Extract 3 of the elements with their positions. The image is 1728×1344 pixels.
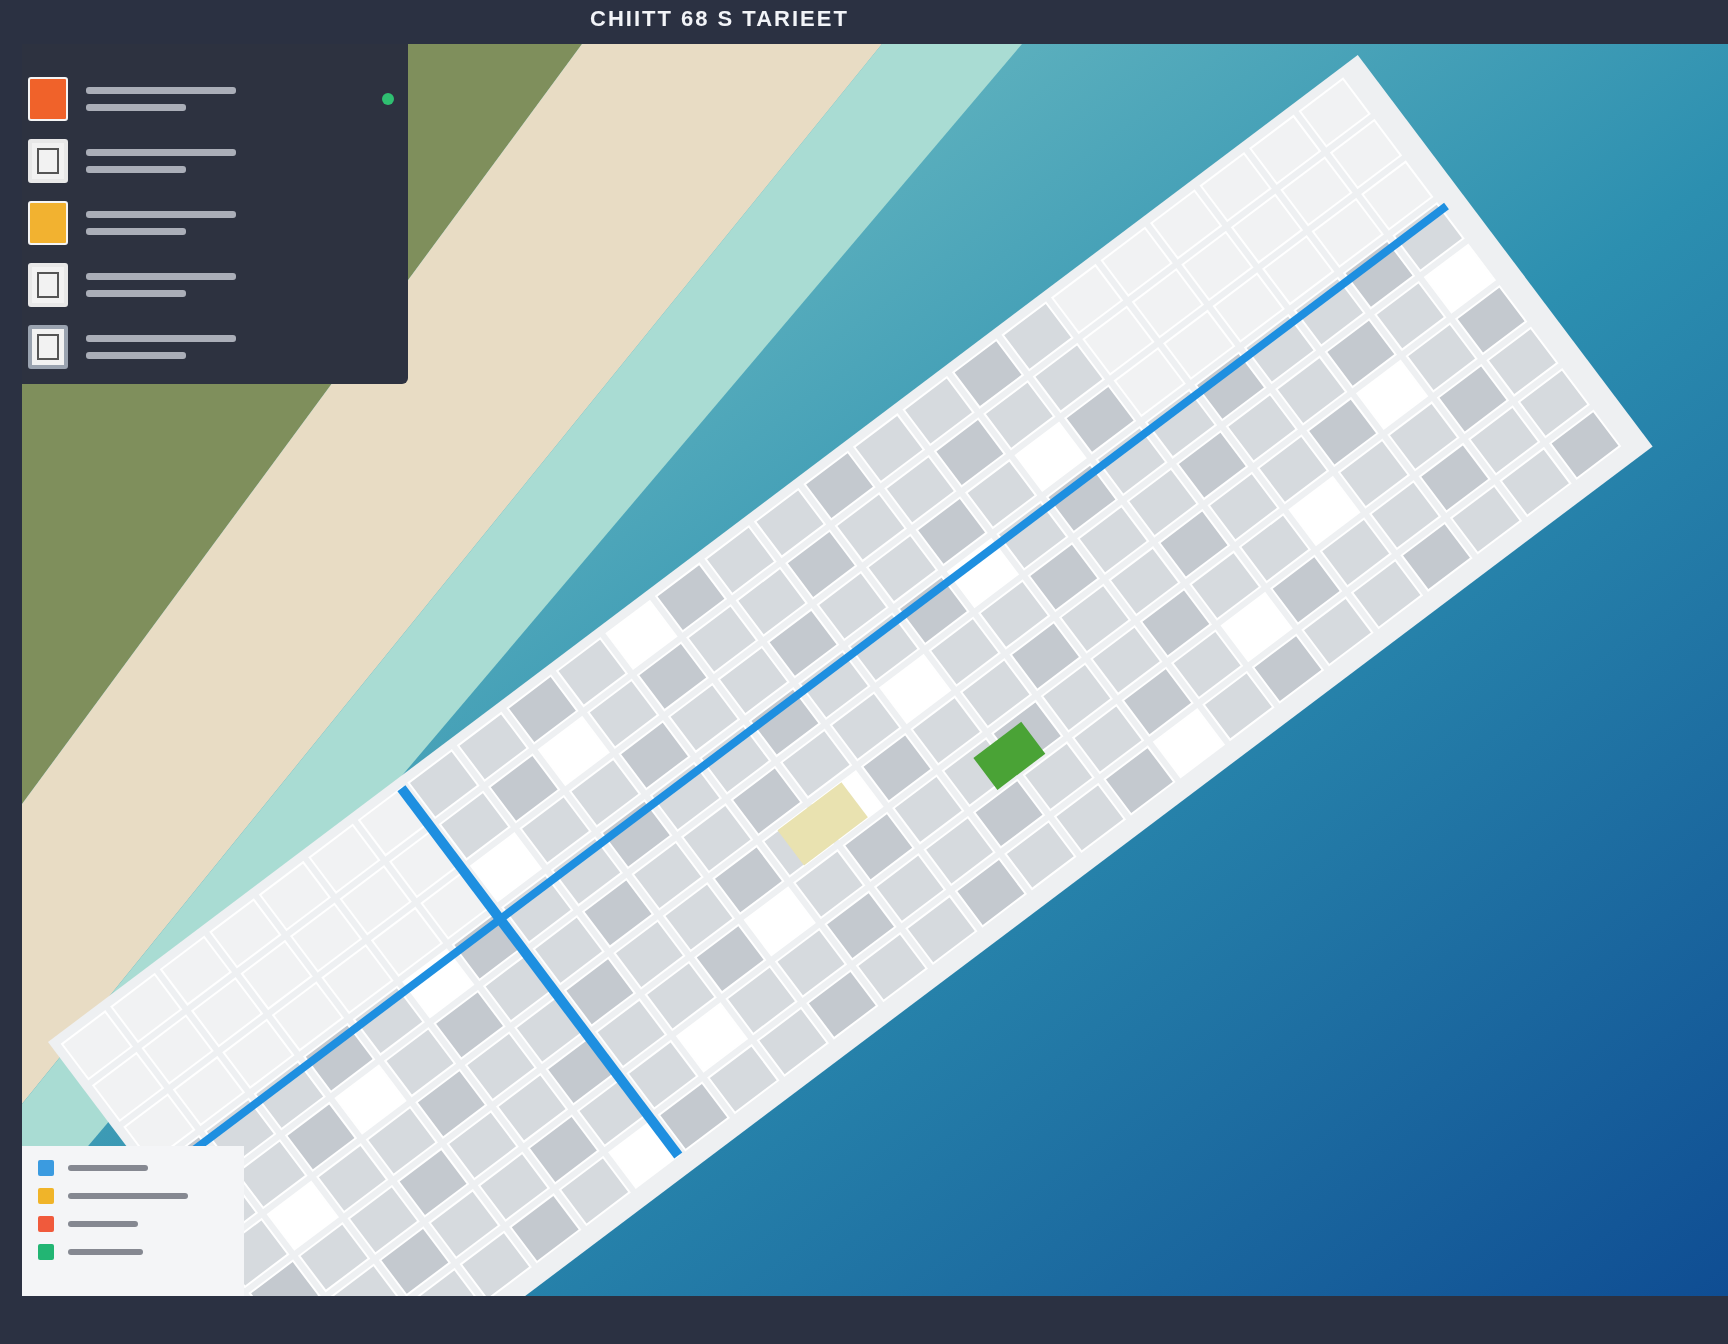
illegible-text-line: [68, 1221, 138, 1227]
map-title: CHIITT 68 S TARIEET: [590, 6, 849, 32]
layer-icon[interactable]: [28, 325, 68, 369]
